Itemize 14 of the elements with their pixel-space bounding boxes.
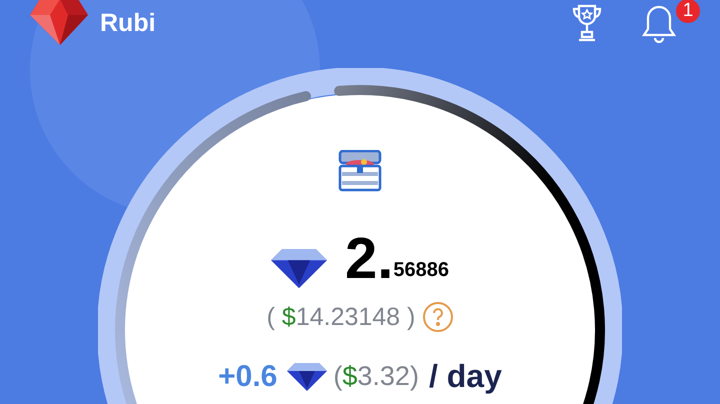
notification-badge: 1 bbox=[676, 0, 700, 23]
daily-usd-value: ($3.32) bbox=[333, 361, 419, 392]
treasure-chest-icon bbox=[337, 150, 383, 192]
sapphire-icon bbox=[287, 362, 328, 390]
balance-whole: 2. bbox=[345, 230, 394, 288]
period-label: / day bbox=[428, 358, 502, 395]
bell-icon[interactable] bbox=[642, 3, 676, 43]
balance-fraction: 56886 bbox=[393, 259, 449, 282]
app-title: Rubi bbox=[100, 8, 156, 38]
sapphire-icon bbox=[271, 248, 327, 288]
trophy-icon[interactable] bbox=[572, 3, 602, 43]
ruby-icon bbox=[30, 0, 88, 45]
daily-rate: +0.6 bbox=[218, 360, 278, 394]
usd-value: ( $14.23148 ) bbox=[266, 302, 416, 332]
